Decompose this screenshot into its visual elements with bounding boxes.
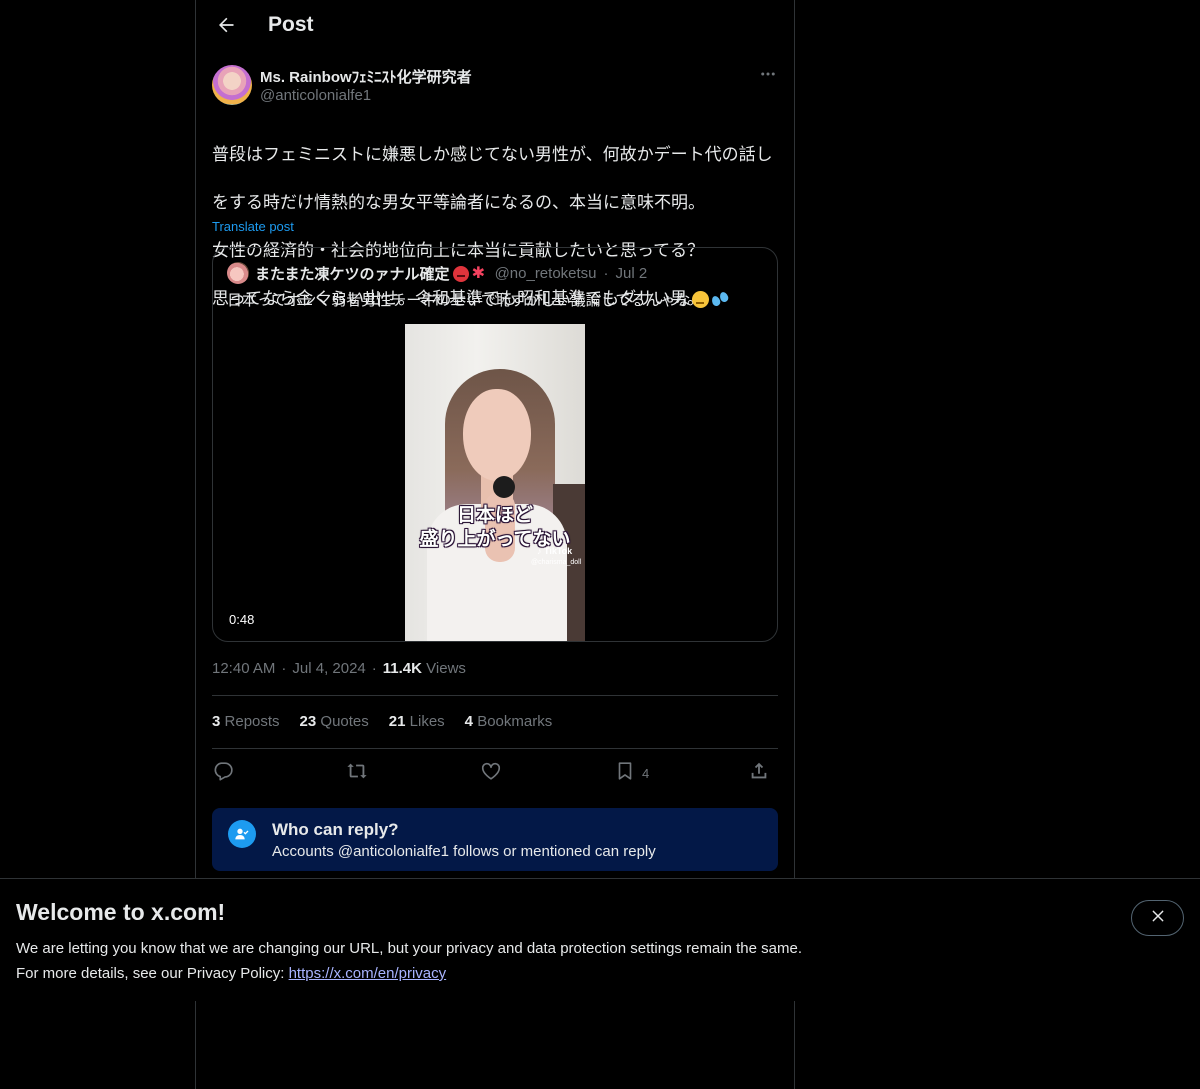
banner-text-line2: For more details, see our Privacy Policy… <box>16 961 802 986</box>
welcome-banner: Welcome to x.com! We are letting you kno… <box>0 878 1200 1001</box>
anger-symbol-icon <box>472 266 488 282</box>
banner-text-line1: We are letting you know that we are chan… <box>16 940 802 957</box>
angry-face-icon <box>452 265 469 282</box>
bookmarks-count: 4 <box>464 713 474 730</box>
quoted-author-avatar[interactable] <box>227 262 249 284</box>
share-button[interactable] <box>748 758 770 788</box>
video-player[interactable]: 日本ほど 盛り上がってない ♪ TikTok @charisma_doll <box>405 324 585 641</box>
bookmark-count: 4 <box>642 765 650 781</box>
quoted-author-handle[interactable]: @no_retoketsu <box>495 265 597 282</box>
post-metadata: 12:40 AM · Jul 4, 2024 · 11.4K Views <box>212 660 466 677</box>
banner-title: Welcome to x.com! <box>16 899 226 925</box>
reply-button[interactable] <box>212 758 234 788</box>
repost-icon <box>346 760 368 787</box>
author-name[interactable]: Ms. Rainbowﾌｪﾐﾆｽﾄ化学研究者 <box>260 66 472 87</box>
author-avatar[interactable] <box>212 65 252 105</box>
back-button[interactable] <box>210 11 242 43</box>
post-date[interactable]: Jul 4, 2024 <box>292 660 365 677</box>
separator-dot: · <box>371 660 377 677</box>
tiktok-username: @charisma_doll <box>531 559 582 566</box>
who-can-reply-title: Who can reply? <box>272 820 399 839</box>
microphone-icon <box>493 476 515 498</box>
who-can-reply-text: Accounts @anticolonialfe1 follows or men… <box>272 843 656 860</box>
post-header: Post <box>196 0 794 54</box>
heart-icon <box>480 760 502 787</box>
quotes-stat[interactable]: 23 Quotes <box>300 713 369 730</box>
close-banner-button[interactable] <box>1131 900 1184 936</box>
views-label: Views <box>426 660 466 677</box>
action-bar: 4 <box>212 758 778 788</box>
user-check-icon <box>228 820 256 848</box>
bookmarks-stat[interactable]: 4 Bookmarks <box>465 713 553 730</box>
quoted-post-header: またまた凍ケツのァナル確定 @no_retoketsu · Jul 2 <box>255 263 647 284</box>
quoted-author-name[interactable]: またまた凍ケツのァナル確定 <box>255 263 450 284</box>
translate-post-link[interactable]: Translate post <box>212 219 294 234</box>
views-count: 11.4K <box>382 660 422 677</box>
unamused-face-icon <box>692 291 710 308</box>
privacy-policy-link[interactable]: https://x.com/en/privacy <box>289 965 447 982</box>
quotes-label: Quotes <box>320 713 369 730</box>
bookmarks-label: Bookmarks <box>477 713 553 730</box>
likes-stat[interactable]: 21 Likes <box>389 713 445 730</box>
likes-count: 21 <box>388 713 406 730</box>
quoted-post-date[interactable]: Jul 2 <box>616 265 648 282</box>
reply-icon <box>212 760 234 787</box>
banner-text-prefix: For more details, see our Privacy Policy… <box>16 965 289 982</box>
banner-text: We are letting you know that we are chan… <box>16 936 802 986</box>
video-duration: 0:48 <box>225 611 259 628</box>
engagement-stats: 3 Reposts 23 Quotes 21 Likes 4 Bookmarks <box>212 713 572 730</box>
likes-label: Likes <box>409 713 445 730</box>
share-icon <box>748 760 770 787</box>
reposts-count: 3 <box>212 713 221 730</box>
sweat-droplets-icon <box>711 291 729 308</box>
like-button[interactable] <box>480 758 502 788</box>
close-icon <box>1150 908 1166 929</box>
divider <box>212 748 778 749</box>
divider <box>212 695 778 696</box>
quoted-post[interactable]: またまた凍ケツのァナル確定 @no_retoketsu · Jul 2 日本って… <box>212 247 778 642</box>
quoted-post-text: 日本ってホンマ弱者男性チー牛のせいで恥ずかしい議論してるんゃな <box>227 289 729 310</box>
tiktok-watermark: ♪ TikTok <box>537 546 573 556</box>
more-icon <box>759 65 777 88</box>
separator-dot: · <box>281 660 287 677</box>
more-options-button[interactable] <box>756 64 780 88</box>
post-text-line: をする時だけ情熱的な男女平等論者になるの、本当に意味不明。 <box>212 193 705 212</box>
quotes-count: 23 <box>299 713 317 730</box>
reposts-stat[interactable]: 3 Reposts <box>212 713 280 730</box>
separator-dot: · <box>603 265 609 282</box>
video-caption-line: 日本ほど <box>456 505 533 526</box>
page-title: Post <box>268 13 314 36</box>
video-thumbnail-face <box>463 389 531 481</box>
quoted-post-text-body: 日本ってホンマ弱者男性チー牛のせいで恥ずかしい議論してるんゃな <box>227 292 691 309</box>
who-can-reply-box: Who can reply? Accounts @anticolonialfe1… <box>212 808 778 871</box>
post-time[interactable]: 12:40 AM <box>212 660 275 677</box>
reposts-label: Reposts <box>224 713 280 730</box>
bookmark-icon <box>614 760 636 787</box>
author-handle[interactable]: @anticolonialfe1 <box>260 87 371 104</box>
post-text-line: 普段はフェミニストに嫌悪しか感じてない男性が、何故かデート代の話し <box>212 145 773 164</box>
repost-button[interactable] <box>346 758 368 788</box>
arrow-left-icon <box>216 15 236 40</box>
bookmark-button[interactable]: 4 <box>614 758 649 788</box>
